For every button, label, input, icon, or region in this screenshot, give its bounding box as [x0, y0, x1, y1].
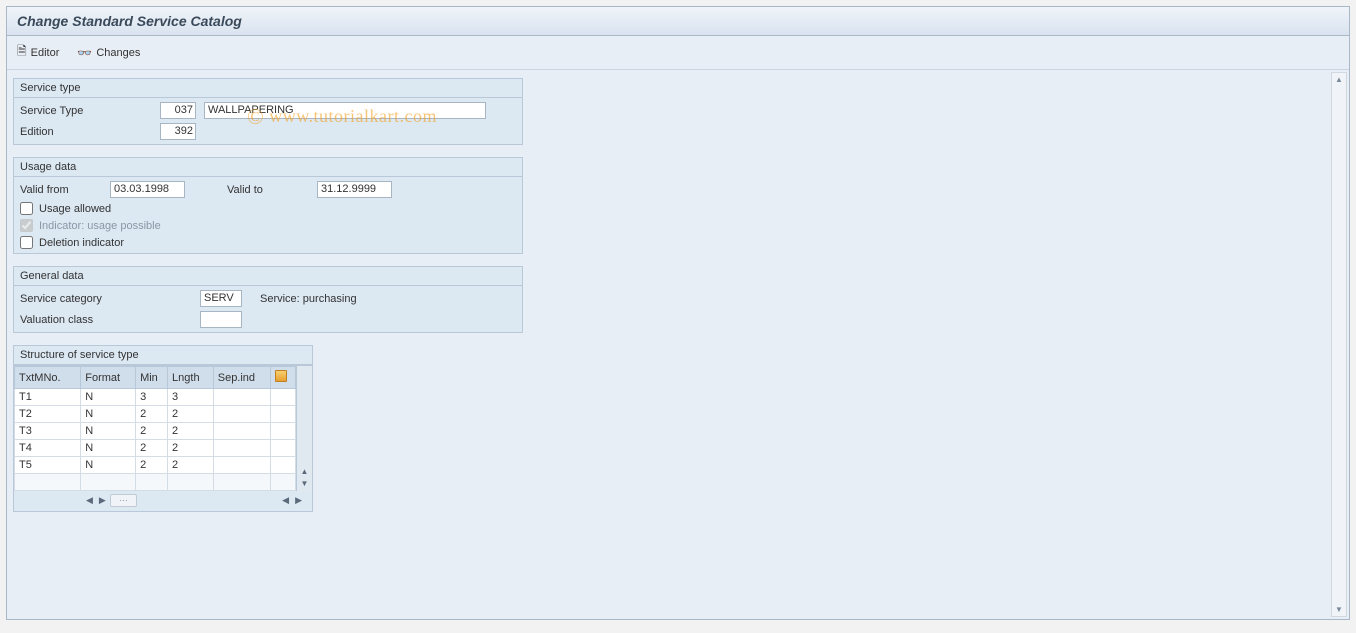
- deletion-label: Deletion indicator: [39, 237, 124, 249]
- cell[interactable]: [213, 423, 270, 440]
- structure-group: Structure of service type TxtMNo. Format…: [13, 345, 313, 512]
- general-data-group: General data Service category SERV Servi…: [13, 266, 523, 333]
- edition-label: Edition: [20, 126, 160, 138]
- cell[interactable]: N: [81, 457, 136, 474]
- general-legend: General data: [14, 267, 522, 286]
- category-label: Service category: [20, 293, 200, 305]
- table-row-empty[interactable]: [15, 474, 296, 491]
- cell[interactable]: 3: [136, 389, 168, 406]
- usage-allowed-label: Usage allowed: [39, 203, 111, 215]
- table-config-icon: [275, 370, 287, 382]
- service-type-legend: Service type: [14, 79, 522, 98]
- cell[interactable]: 2: [136, 423, 168, 440]
- main-scroll-up-icon[interactable]: ▲: [1335, 75, 1343, 84]
- deletion-checkbox[interactable]: [20, 236, 33, 249]
- cell[interactable]: 2: [136, 457, 168, 474]
- cell: [270, 389, 295, 406]
- app-window: Change Standard Service Catalog 🗎 Editor…: [6, 6, 1350, 620]
- scroll-left-end-icon[interactable]: ◀: [280, 495, 291, 506]
- cell: [270, 423, 295, 440]
- usage-data-group: Usage data Valid from 03.03.1998 Valid t…: [13, 157, 523, 254]
- cell[interactable]: N: [81, 423, 136, 440]
- structure-legend: Structure of service type: [14, 346, 312, 365]
- content-area: © www.tutorialkart.com Service type Serv…: [7, 70, 1349, 619]
- scroll-handle[interactable]: ⋯: [110, 494, 137, 507]
- category-desc: Service: purchasing: [260, 293, 357, 305]
- table-row[interactable]: T4 N 2 2: [15, 440, 296, 457]
- table-hscroll[interactable]: ◀ ▶ ⋯ ◀ ▶: [14, 491, 312, 511]
- page-title: Change Standard Service Catalog: [7, 7, 1349, 36]
- cell: [270, 440, 295, 457]
- category-value[interactable]: SERV: [200, 290, 242, 307]
- col-config[interactable]: [270, 367, 295, 389]
- valclass-label: Valuation class: [20, 314, 200, 326]
- service-type-desc[interactable]: WALLPAPERING: [204, 102, 486, 119]
- cell[interactable]: N: [81, 440, 136, 457]
- usage-allowed-checkbox[interactable]: [20, 202, 33, 215]
- scroll-down-icon[interactable]: ▼: [301, 479, 309, 489]
- cell[interactable]: T2: [15, 406, 81, 423]
- cell[interactable]: 2: [168, 423, 214, 440]
- cell[interactable]: 2: [168, 457, 214, 474]
- valid-to-field[interactable]: 31.12.9999: [317, 181, 392, 198]
- table-row[interactable]: T3 N 2 2: [15, 423, 296, 440]
- usage-legend: Usage data: [14, 158, 522, 177]
- valid-from-label: Valid from: [20, 184, 110, 196]
- table-row[interactable]: T2 N 2 2: [15, 406, 296, 423]
- changes-label: Changes: [96, 47, 140, 59]
- scroll-left-icon[interactable]: ◀: [84, 495, 95, 506]
- cell[interactable]: T5: [15, 457, 81, 474]
- col-txtmno[interactable]: TxtMNo.: [15, 367, 81, 389]
- cell[interactable]: 2: [136, 406, 168, 423]
- main-scroll-down-icon[interactable]: ▼: [1335, 605, 1343, 614]
- main-vscroll[interactable]: ▲ ▼: [1331, 72, 1347, 617]
- col-min[interactable]: Min: [136, 367, 168, 389]
- cell[interactable]: T4: [15, 440, 81, 457]
- cell[interactable]: 2: [168, 406, 214, 423]
- valid-from-field[interactable]: 03.03.1998: [110, 181, 185, 198]
- service-type-group: Service type Service Type 037 WALLPAPERI…: [13, 78, 523, 145]
- service-type-code[interactable]: 037: [160, 102, 196, 119]
- editor-label: Editor: [31, 47, 60, 59]
- table-row[interactable]: T1 N 3 3: [15, 389, 296, 406]
- cell: [270, 457, 295, 474]
- valclass-value[interactable]: [200, 311, 242, 328]
- indicator-checkbox: [20, 219, 33, 232]
- scroll-right-end-icon[interactable]: ▶: [293, 495, 304, 506]
- cell[interactable]: [213, 389, 270, 406]
- indicator-label: Indicator: usage possible: [39, 220, 161, 232]
- cell[interactable]: 2: [136, 440, 168, 457]
- cell[interactable]: [213, 406, 270, 423]
- col-format[interactable]: Format: [81, 367, 136, 389]
- table-vscroll[interactable]: ▲ ▼: [296, 366, 312, 491]
- cell[interactable]: N: [81, 406, 136, 423]
- changes-button[interactable]: 👓 Changes: [77, 46, 140, 60]
- scroll-right-icon[interactable]: ▶: [97, 495, 108, 506]
- editor-button[interactable]: 🗎 Editor: [17, 42, 59, 63]
- scroll-up-icon[interactable]: ▲: [301, 467, 309, 477]
- toolbar: 🗎 Editor 👓 Changes: [7, 36, 1349, 70]
- valid-to-label: Valid to: [227, 184, 317, 196]
- edition-value[interactable]: 392: [160, 123, 196, 140]
- editor-icon: 🗎: [17, 42, 27, 63]
- cell[interactable]: [213, 457, 270, 474]
- col-sepind[interactable]: Sep.ind: [213, 367, 270, 389]
- table-row[interactable]: T5 N 2 2: [15, 457, 296, 474]
- glasses-icon: 👓: [77, 46, 92, 60]
- cell[interactable]: 2: [168, 440, 214, 457]
- cell[interactable]: T1: [15, 389, 81, 406]
- col-lngth[interactable]: Lngth: [168, 367, 214, 389]
- cell[interactable]: T3: [15, 423, 81, 440]
- cell: [270, 406, 295, 423]
- cell[interactable]: [213, 440, 270, 457]
- service-type-label: Service Type: [20, 105, 160, 117]
- structure-table: TxtMNo. Format Min Lngth Sep.ind T1 N 3: [14, 366, 296, 491]
- cell[interactable]: N: [81, 389, 136, 406]
- cell[interactable]: 3: [168, 389, 214, 406]
